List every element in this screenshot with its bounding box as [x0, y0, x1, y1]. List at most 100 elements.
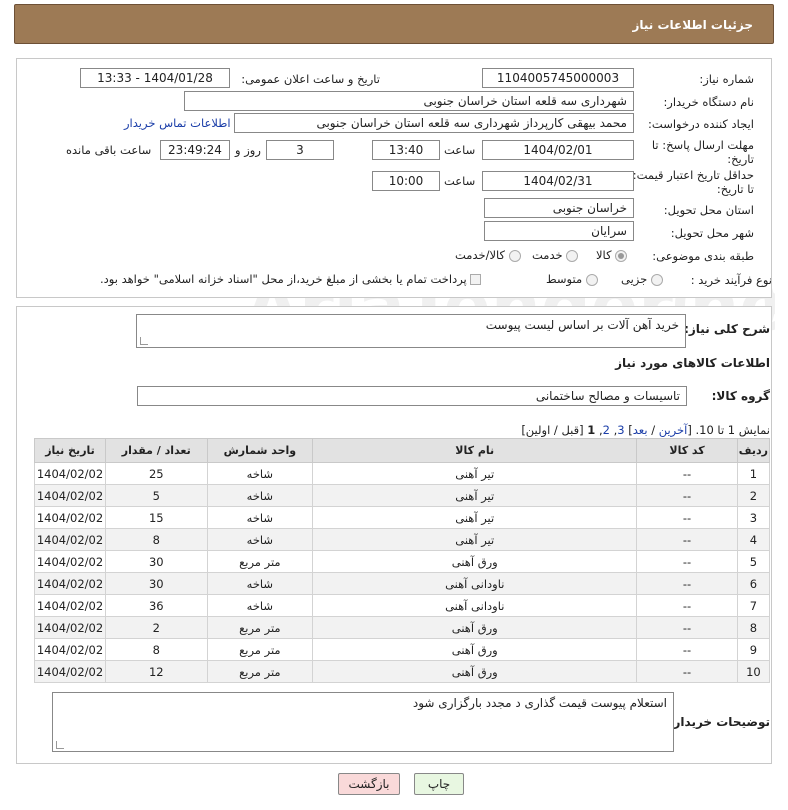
- cell-row-number: 6: [736, 572, 771, 595]
- cell-item-name: ورق آهنی: [312, 660, 638, 683]
- validity-label: حداقل تاریخ اعتبار قیمت:: [632, 168, 754, 182]
- validity-label-date: تا تاریخ:: [716, 182, 754, 196]
- cell-item-name: ورق آهنی: [312, 550, 638, 573]
- pagination: نمایش 1 تا 10. [آخرین / بعد] 3, 2, 1 [قب…: [521, 423, 770, 437]
- print-button[interactable]: چاپ: [414, 773, 464, 795]
- goods-table: ردیف کد کالا نام کالا واحد شمارش تعداد /…: [33, 438, 771, 683]
- deadline-time-field: 13:40: [372, 140, 440, 160]
- process-minor-label: جزیی: [621, 272, 648, 286]
- cell-unit: شاخه: [206, 462, 314, 485]
- process-option-medium[interactable]: متوسط: [546, 272, 598, 286]
- process-minor-radio[interactable]: [650, 273, 663, 286]
- remaining-time-field: 23:49:24: [160, 140, 230, 160]
- cell-need-date: 1404/02/02: [33, 550, 107, 573]
- cell-quantity: 30: [105, 550, 208, 573]
- page-header: جزئیات اطلاعات نیاز: [14, 4, 774, 44]
- cell-item-name: تیر آهنی: [312, 528, 638, 551]
- cell-item-code: --: [636, 616, 738, 639]
- cell-row-number: 9: [736, 638, 771, 661]
- summary-textarea[interactable]: خرید آهن آلات بر اساس لیست پیوست: [136, 314, 686, 348]
- cell-quantity: 2: [105, 616, 208, 639]
- process-medium-label: متوسط: [546, 272, 583, 286]
- requester-field: محمد بیهقی کارپرداز شهرداری سه قلعه استا…: [234, 113, 634, 133]
- category-option-goods[interactable]: کالا: [596, 248, 628, 262]
- pagination-prefix: نمایش 1 تا 10.: [695, 423, 770, 437]
- cell-need-date: 1404/02/02: [33, 462, 107, 485]
- cell-quantity: 12: [105, 660, 208, 683]
- cell-item-code: --: [636, 506, 738, 529]
- cell-quantity: 5: [105, 484, 208, 507]
- pagination-page-1: 1: [587, 423, 596, 437]
- table-row: 3 -- تیر آهنی شاخه 15 1404/02/02: [33, 506, 771, 529]
- buyer-notes-textarea[interactable]: استعلام پیوست قیمت گذاری د مجدد بارگزاری…: [52, 692, 674, 752]
- announce-datetime-field: 1404/01/28 - 13:33: [80, 68, 230, 88]
- cell-quantity: 8: [105, 528, 208, 551]
- announce-label: تاریخ و ساعت اعلان عمومی:: [241, 72, 380, 86]
- category-both-label: کالا/خدمت: [455, 248, 506, 262]
- payment-treasury-checkbox[interactable]: [470, 274, 482, 285]
- cell-row-number: 1: [736, 462, 771, 485]
- cell-row-number: 2: [736, 484, 771, 507]
- cell-unit: متر مربع: [206, 660, 314, 683]
- payment-treasury-label: پرداخت تمام یا بخشی از مبلغ خرید،از محل …: [100, 272, 467, 286]
- cell-item-code: --: [636, 572, 738, 595]
- col-need-date: تاریخ نیاز: [33, 438, 107, 463]
- buyer-contact-link[interactable]: اطلاعات تماس خریدار: [124, 116, 231, 130]
- category-service-label: خدمت: [532, 248, 563, 262]
- col-item-name: نام کالا: [312, 438, 638, 463]
- table-row: 5 -- ورق آهنی متر مربع 30 1404/02/02: [33, 550, 771, 573]
- page-title: جزئیات اطلاعات نیاز: [632, 18, 753, 32]
- category-goods-radio[interactable]: [615, 249, 628, 262]
- process-option-minor[interactable]: جزیی: [621, 272, 663, 286]
- pagination-open: [: [687, 423, 692, 437]
- resize-handle-icon[interactable]: [140, 337, 148, 345]
- deadline-time-label: ساعت: [444, 143, 476, 157]
- cell-unit: شاخه: [206, 572, 314, 595]
- cell-row-number: 7: [736, 594, 771, 617]
- cell-need-date: 1404/02/02: [33, 638, 107, 661]
- pagination-last-link[interactable]: آخرین: [659, 423, 688, 437]
- summary-text: خرید آهن آلات بر اساس لیست پیوست: [485, 318, 679, 332]
- cell-item-name: ورق آهنی: [312, 638, 638, 661]
- cell-need-date: 1404/02/02: [33, 616, 107, 639]
- province-label: استان محل تحویل:: [663, 203, 754, 217]
- category-option-service[interactable]: خدمت: [532, 248, 579, 262]
- city-label: شهر محل تحویل:: [670, 226, 754, 240]
- pagination-next-link[interactable]: بعد: [633, 423, 648, 437]
- category-both-radio[interactable]: [508, 249, 521, 262]
- cell-unit: شاخه: [206, 484, 314, 507]
- summary-label: شرح کلی نیاز:: [684, 322, 770, 336]
- cell-need-date: 1404/02/02: [33, 594, 107, 617]
- goods-group-label: گروه کالا:: [711, 389, 770, 403]
- process-medium-radio[interactable]: [585, 273, 598, 286]
- payment-treasury-option[interactable]: پرداخت تمام یا بخشی از مبلغ خرید،از محل …: [100, 272, 482, 286]
- cell-unit: متر مربع: [206, 616, 314, 639]
- cell-item-code: --: [636, 462, 738, 485]
- goods-group-field: تاسیسات و مصالح ساختمانی: [137, 386, 687, 406]
- category-option-both[interactable]: کالا/خدمت: [455, 248, 521, 262]
- cell-row-number: 4: [736, 528, 771, 551]
- deadline-label-date: تاریخ:: [727, 152, 754, 166]
- cell-item-code: --: [636, 550, 738, 573]
- category-label: طبقه بندی موضوعی:: [652, 249, 754, 263]
- cell-unit: شاخه: [206, 506, 314, 529]
- category-service-radio[interactable]: [566, 249, 579, 262]
- pagination-page-3[interactable]: 3: [617, 423, 624, 437]
- cell-unit: شاخه: [206, 594, 314, 617]
- table-row: 4 -- تیر آهنی شاخه 8 1404/02/02: [33, 528, 771, 551]
- pagination-page-2[interactable]: 2: [603, 423, 610, 437]
- validity-date-field: 1404/02/31: [482, 171, 634, 191]
- cell-need-date: 1404/02/02: [33, 484, 107, 507]
- cell-row-number: 8: [736, 616, 771, 639]
- pagination-tail: [قبل / اولین]: [521, 423, 584, 437]
- table-row: 1 -- تیر آهنی شاخه 25 1404/02/02: [33, 462, 771, 485]
- cell-item-name: ناودانی آهنی: [312, 572, 638, 595]
- cell-row-number: 5: [736, 550, 771, 573]
- pagination-sep: /: [651, 423, 656, 437]
- back-button[interactable]: بازگشت: [338, 773, 400, 795]
- goods-table-header: ردیف کد کالا نام کالا واحد شمارش تعداد /…: [33, 438, 771, 463]
- resize-handle-icon[interactable]: [56, 741, 64, 749]
- table-row: 2 -- تیر آهنی شاخه 5 1404/02/02: [33, 484, 771, 507]
- table-row: 6 -- ناودانی آهنی شاخه 30 1404/02/02: [33, 572, 771, 595]
- deadline-date-field: 1404/02/01: [482, 140, 634, 160]
